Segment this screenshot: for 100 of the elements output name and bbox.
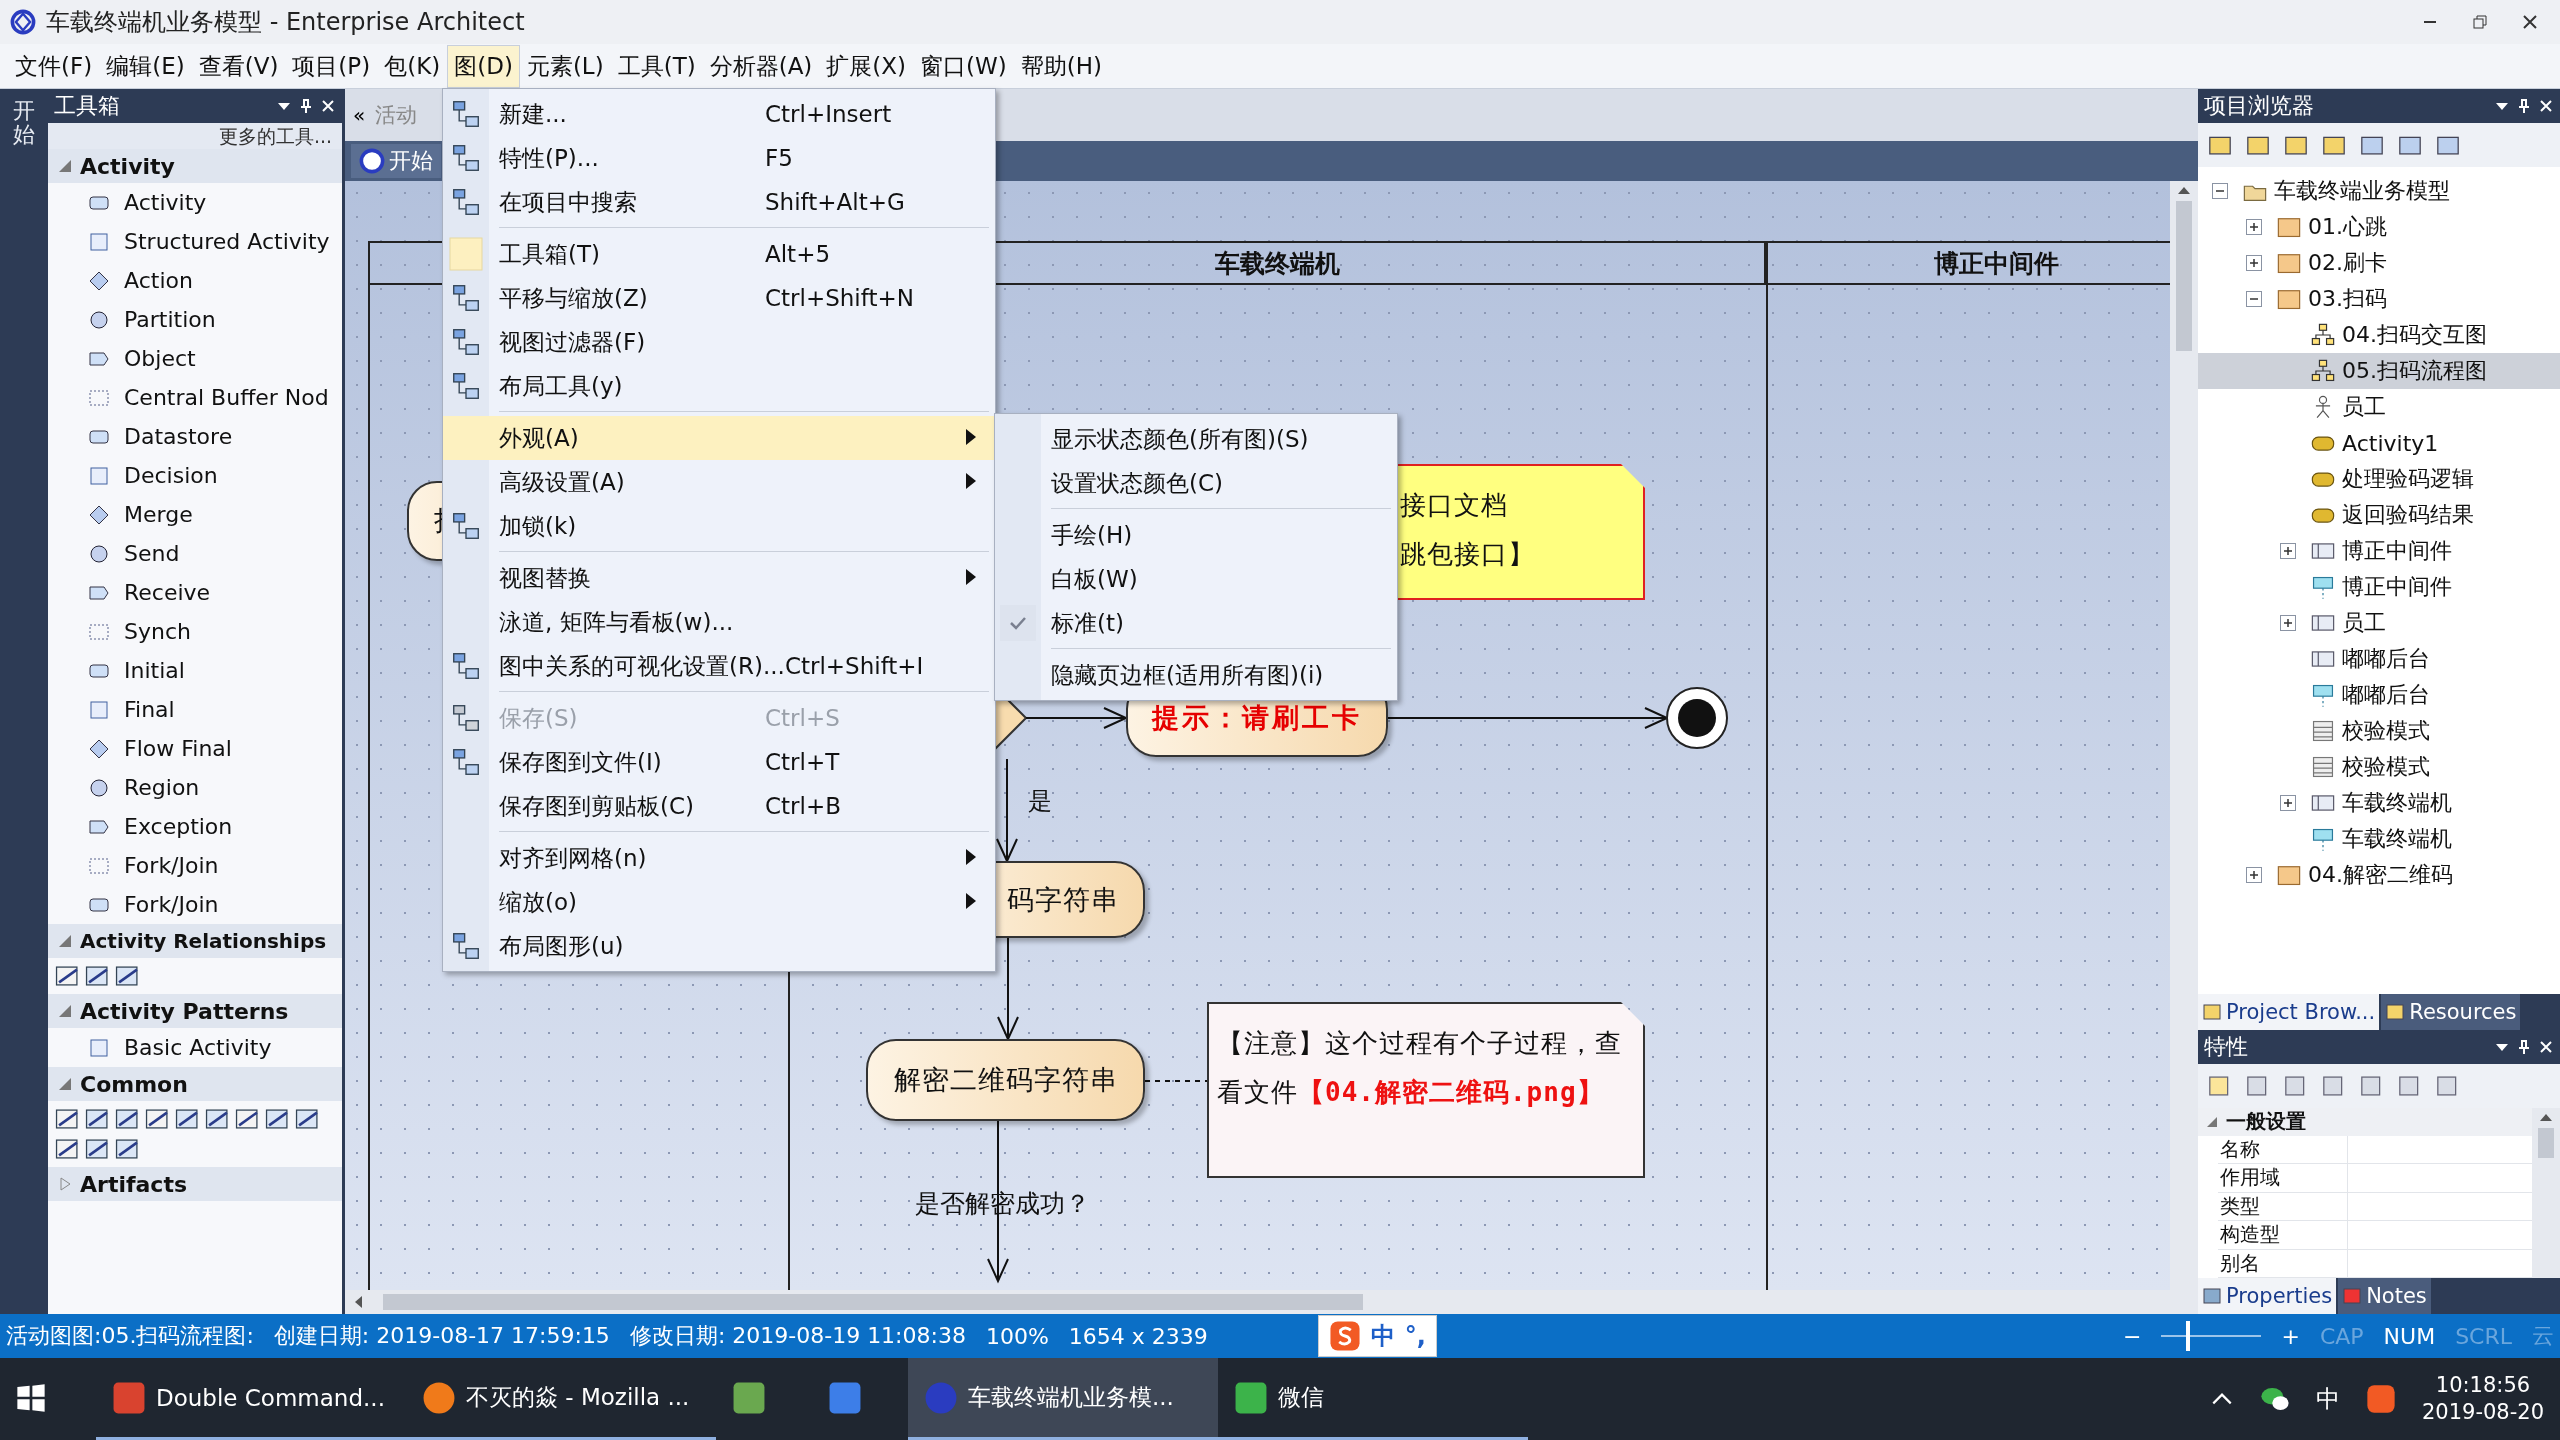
toolbox-item[interactable]: Action [48, 261, 342, 300]
menu-item[interactable]: 项目(P) [285, 44, 378, 88]
expand-icon[interactable] [2246, 255, 2262, 271]
taskbar-app[interactable]: 不灭的焱 - Mozilla ... [406, 1358, 716, 1440]
panel-tab[interactable]: Project Brow... [2198, 994, 2380, 1030]
tree-item[interactable]: 车载终端机 [2198, 785, 2560, 821]
toolbox-item[interactable]: Synch [48, 612, 342, 651]
collapse-icon[interactable] [2246, 291, 2262, 307]
tree-item[interactable]: 03.扫码 [2198, 281, 2560, 317]
toolbox-item[interactable]: Datastore [48, 417, 342, 456]
toolbox-item[interactable]: Exception [48, 807, 342, 846]
toolbox-item[interactable]: Partition [48, 300, 342, 339]
scroll-thumb[interactable] [2538, 1128, 2554, 1158]
taskbar-app[interactable]: 车载终端机业务模... [908, 1358, 1218, 1440]
menu-item[interactable]: 图(D) [447, 44, 520, 88]
menu-entry[interactable]: 在项目中搜索 Shift+Alt+G [443, 180, 995, 224]
menu-entry[interactable]: 白板(W) [995, 557, 1397, 601]
tree-item[interactable]: 04.扫码交互图 [2198, 317, 2560, 353]
side-tab[interactable]: 开始 [13, 99, 35, 1314]
panel-tab[interactable]: Notes [2338, 1278, 2431, 1314]
collapse-icon[interactable] [2212, 183, 2228, 199]
tree-item[interactable]: 返回验码结果 [2198, 497, 2560, 533]
toolbox-section-header[interactable]: Artifacts [48, 1167, 342, 1201]
menu-item[interactable]: 工具(T) [610, 44, 703, 88]
toolbox-item[interactable]: Object [48, 339, 342, 378]
menu-item[interactable]: 编辑(E) [99, 44, 192, 88]
ime-indicator[interactable]: 中 [2315, 1383, 2340, 1415]
clock[interactable]: 10:18:56 2019-08-20 [2421, 1371, 2544, 1427]
tree-item[interactable]: 员工 [2198, 389, 2560, 425]
toolbox-item[interactable]: Merge [48, 495, 342, 534]
tree-item[interactable]: 车载终端业务模型 [2198, 173, 2560, 209]
menu-entry[interactable]: 新建... Ctrl+Insert [443, 92, 995, 136]
tree-item[interactable]: 博正中间件 [2198, 533, 2560, 569]
slider-thumb[interactable] [2186, 1321, 2191, 1351]
tree-item[interactable]: 处理验码逻辑 [2198, 461, 2560, 497]
expand-icon[interactable] [2280, 615, 2296, 631]
menu-item[interactable]: 扩展(X) [819, 44, 914, 88]
menu-entry[interactable]: 泳道, 矩阵与看板(w)... [443, 600, 995, 644]
toolbox-item[interactable]: Send [48, 534, 342, 573]
toolbox-item[interactable]: Decision [48, 456, 342, 495]
tree-item[interactable]: 博正中间件 [2198, 569, 2560, 605]
taskbar-app[interactable]: 微信 [1218, 1358, 1528, 1440]
menu-entry[interactable]: 手绘(H) [995, 513, 1397, 557]
tree-item[interactable]: 05.扫码流程图 [2198, 353, 2560, 389]
toolbox-item[interactable]: Region [48, 768, 342, 807]
menu-item[interactable]: 文件(F) [8, 44, 100, 88]
toolbox-item[interactable]: Initial [48, 651, 342, 690]
menu-entry[interactable]: 外观(A) [443, 416, 995, 460]
menu-entry[interactable]: 保存图到文件(I) Ctrl+T [443, 740, 995, 784]
toolbox-item[interactable]: Fork/Join [48, 885, 342, 924]
toolbox-item[interactable]: Flow Final [48, 729, 342, 768]
tree-item[interactable]: 校验模式 [2198, 713, 2560, 749]
menu-entry[interactable]: 设置状态颜色(C) [995, 461, 1397, 505]
menu-item[interactable]: 分析器(A) [702, 44, 820, 88]
menu-entry[interactable]: 标准(t) [995, 601, 1397, 645]
tree-item[interactable]: 嘟嘟后台 [2198, 641, 2560, 677]
tree-item[interactable]: 校验模式 [2198, 749, 2560, 785]
ime-toolbar[interactable]: 中 °, [1317, 1315, 1437, 1357]
tree-item[interactable]: Activity1 [2198, 425, 2560, 461]
more-tools-link[interactable]: 更多的工具... [48, 123, 342, 149]
zoom-out-button[interactable]: − [2123, 1323, 2142, 1349]
expand-icon[interactable] [2280, 543, 2296, 559]
start-page-tab[interactable]: 开始 [351, 144, 441, 178]
scroll-thumb[interactable] [383, 1294, 1363, 1310]
tree-item[interactable]: 嘟嘟后台 [2198, 677, 2560, 713]
toolbox-item[interactable]: Fork/Join [48, 846, 342, 885]
expand-icon[interactable] [2280, 795, 2296, 811]
tree-item[interactable]: 04.解密二维码 [2198, 857, 2560, 893]
toolbox-item[interactable]: Receive [48, 573, 342, 612]
toolbox-item[interactable]: Final [48, 690, 342, 729]
tree-item[interactable]: 01.心跳 [2198, 209, 2560, 245]
menu-item[interactable]: 包(K) [377, 44, 448, 88]
menu-entry[interactable]: 图中关系的可视化设置(R)...Ctrl+Shift+I [443, 644, 995, 688]
taskbar-app[interactable]: Double Command... [96, 1358, 406, 1440]
toolbox-section-header[interactable]: Common [48, 1067, 342, 1101]
panel-tab[interactable]: Resources [2381, 994, 2521, 1030]
property-group-header[interactable]: 一般设置 [2198, 1108, 2532, 1136]
menu-entry[interactable]: 视图过滤器(F) [443, 320, 995, 364]
menu-item[interactable]: 窗口(W) [913, 44, 1014, 88]
expand-icon[interactable] [2246, 219, 2262, 235]
expand-icon[interactable] [2246, 867, 2262, 883]
menu-entry[interactable]: 显示状态颜色(所有图)(S) [995, 417, 1397, 461]
menu-item[interactable]: 元素(L) [519, 44, 611, 88]
scroll-up-icon[interactable] [2177, 185, 2191, 195]
tree-item[interactable]: 车载终端机 [2198, 821, 2560, 857]
toolbox-item[interactable]: Structured Activity [48, 222, 342, 261]
menu-entry[interactable]: 布局工具(y) [443, 364, 995, 408]
toolbox-section-header[interactable]: Activity [48, 149, 342, 183]
tree-item[interactable]: 02.刷卡 [2198, 245, 2560, 281]
scroll-up-icon[interactable] [2539, 1112, 2553, 1122]
collapse-button[interactable]: « [353, 103, 366, 127]
menu-entry[interactable]: 保存图到剪贴板(C) Ctrl+B [443, 784, 995, 828]
toolbox-item[interactable]: Basic Activity [48, 1028, 342, 1067]
menu-item[interactable]: 查看(V) [191, 44, 286, 88]
panel-tab[interactable]: Properties [2198, 1278, 2337, 1314]
toolbox-section-header[interactable]: Activity Relationships [48, 924, 342, 958]
toolbox-item[interactable]: Central Buffer Nod [48, 378, 342, 417]
toolbox-section-header[interactable]: Activity Patterns [48, 994, 342, 1028]
zoom-in-button[interactable]: + [2281, 1323, 2300, 1349]
menu-entry[interactable]: 特性(P)... F5 [443, 136, 995, 180]
